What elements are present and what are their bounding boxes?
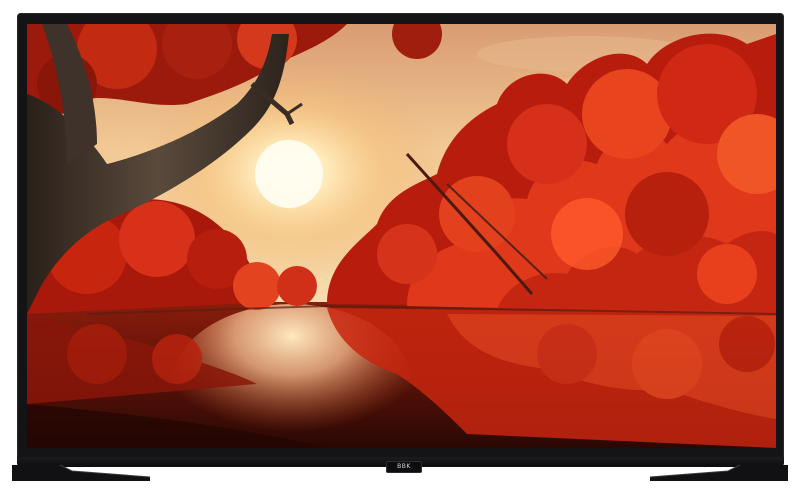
product-photo: BBK xyxy=(0,0,800,502)
tv-screen xyxy=(27,24,776,448)
brand-logo: BBK xyxy=(386,461,422,473)
right-stand-foot xyxy=(648,463,788,483)
sun xyxy=(255,140,323,208)
autumn-lake-scene xyxy=(27,24,776,448)
left-stand-foot xyxy=(12,463,152,483)
